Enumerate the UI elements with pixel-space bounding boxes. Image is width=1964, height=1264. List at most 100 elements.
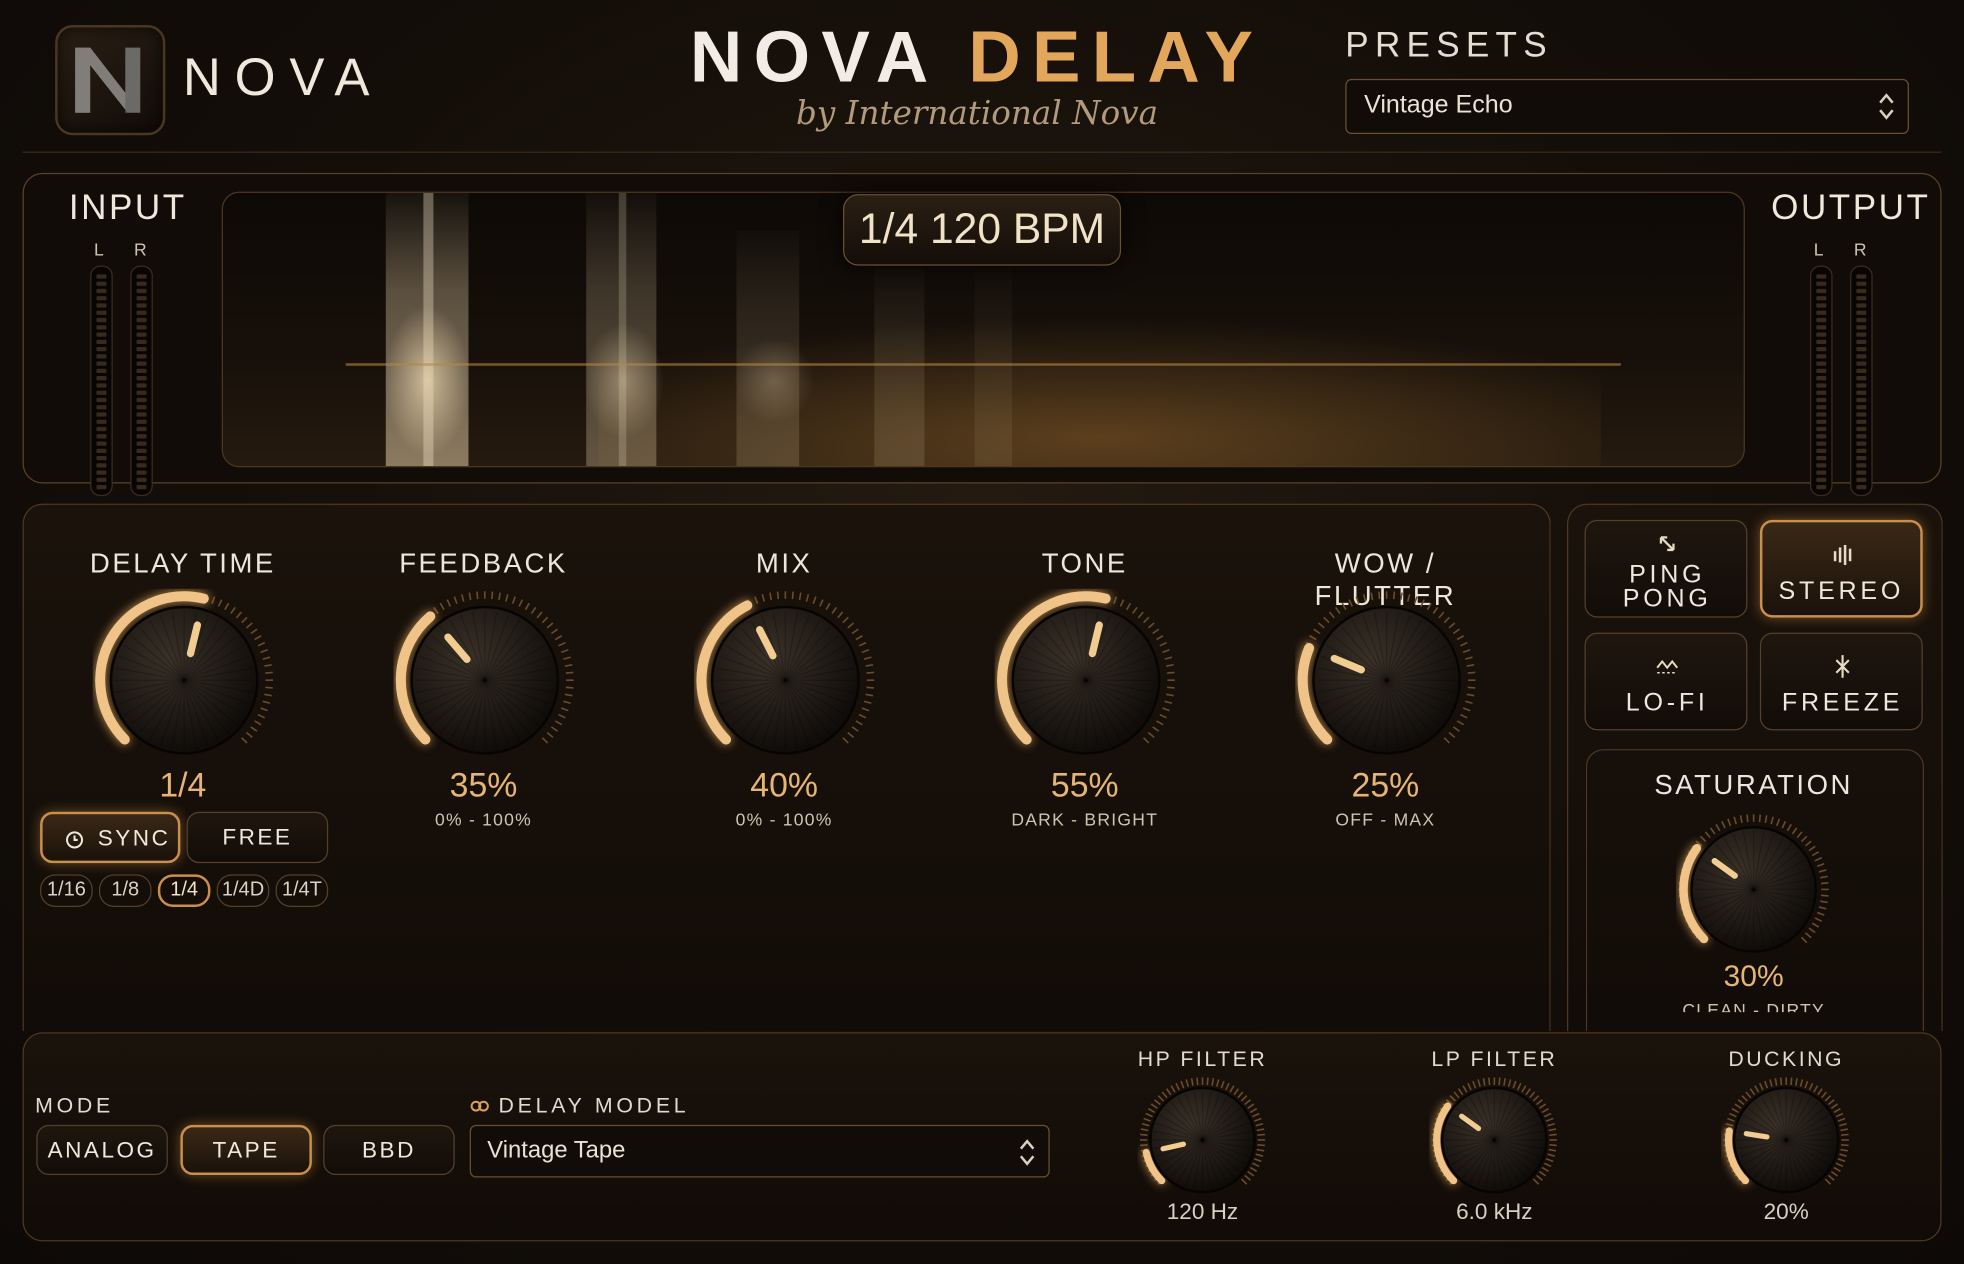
knob-tick [1704,831,1711,839]
output-right-label: R [1853,239,1867,260]
hp-filter-knob-graphic [1139,1077,1266,1194]
knob-tick [866,686,875,689]
input-label: INPUT [68,187,187,227]
meter-segment [1816,368,1827,374]
lofi-label: LO-FI [1625,688,1709,717]
stereo-bars-icon [1833,544,1852,565]
knob-tick [1147,622,1155,629]
mix-knob[interactable] [694,589,877,778]
meter-segments [96,274,107,490]
knob-tick [1818,906,1827,910]
ducking-value: 20% [1763,1198,1809,1224]
meter-segment [136,368,147,374]
knob-tick [1140,1143,1148,1147]
knob-tick [1727,818,1732,827]
freeze-button[interactable]: FREEZE [1759,632,1923,731]
knob-tick [1220,1080,1225,1089]
division-1-16[interactable]: 1/16 [40,874,93,907]
mode-tape-button[interactable]: TAPE [180,1124,312,1176]
knob-tick [1167,686,1175,689]
division-1-4t[interactable]: 1/4T [275,874,329,907]
knob-tick [217,599,223,607]
knob-tick [1355,596,1360,604]
knob-tick [1837,1117,1846,1122]
knob-tick [837,611,844,619]
division-1-4[interactable]: 1/4 [157,874,211,907]
knob-tick [1406,594,1411,602]
knob-tick [819,599,824,607]
tone-label: TONE [1041,547,1128,579]
meter-segment [1856,310,1867,315]
feedback-knob[interactable] [393,589,576,778]
knob-tick [1729,1112,1737,1118]
sync-button[interactable]: SYNC [40,811,181,864]
saturation-range-clip: CLEAN - DIRTY [1666,1000,1841,1013]
knob-tick [1804,1080,1809,1089]
knob-tick [257,641,266,647]
meter-segment [1856,412,1867,417]
meter-segment [1816,397,1827,403]
knob-tick [1833,1107,1841,1114]
ducking-label: DUCKING [1728,1047,1845,1072]
wow-flutter-range: OFF - MAX [1335,809,1436,830]
knob-tick [861,707,870,712]
knob-tick [564,663,573,667]
knob-tick [1159,713,1167,719]
stereo-button[interactable]: STEREO [1759,519,1923,618]
knob-tick [1462,649,1471,654]
knob-tick [1833,1166,1841,1172]
meter-segment [96,296,107,301]
saturation-label: SATURATION [1654,769,1853,801]
knob-tick [1781,820,1787,829]
header-divider [22,151,1942,153]
preset-select[interactable]: Vintage Echo [1345,78,1909,135]
knob-tick [1233,1088,1240,1096]
knob-tick [858,641,867,647]
lp-filter-knob[interactable] [1429,1075,1559,1212]
knob-tick [1813,1085,1819,1093]
ping-pong-button[interactable]: PING PONG [1584,519,1748,618]
link-icon [470,1100,489,1112]
knob-tick [1143,1117,1151,1122]
knob-tick [1841,1133,1849,1136]
delay-time-knob[interactable] [93,589,276,778]
knob-tick [791,591,794,600]
division-1-8[interactable]: 1/8 [98,874,152,907]
knob-tick [1814,856,1823,862]
delay-model-select[interactable]: Vintage Tape [469,1124,1050,1178]
knob-tick [1715,823,1721,832]
meter-segment [136,339,147,344]
ducking-knob[interactable] [1721,1075,1851,1212]
tone-knob[interactable] [995,589,1178,778]
knob-tick [1462,707,1471,712]
knob-tick [1466,663,1475,667]
mode-analog-button[interactable]: ANALOG [36,1124,168,1176]
free-button[interactable]: FREE [186,811,329,864]
knob-tick [1800,835,1808,843]
meter-segment [96,354,107,359]
knob-tick [1317,622,1325,629]
meter-segment [136,412,147,417]
knob-tick [1549,1143,1557,1147]
division-1-4d[interactable]: 1/4D [216,874,270,907]
meter-segment [1816,339,1827,344]
lofi-button[interactable]: LO-FI [1584,632,1748,731]
knob-tick [1512,1080,1517,1089]
meter-segment [1856,288,1867,294]
knob-tick [1448,622,1456,629]
sync-label: SYNC [97,825,171,851]
knob-tick [262,656,271,660]
wow-flutter-knob[interactable] [1295,589,1478,778]
output-meter-right [1850,265,1873,497]
meter-segment [136,426,147,432]
meter-segment [1856,332,1867,337]
mode-bbd-button[interactable]: BBD [323,1124,455,1176]
knob-tick [1456,720,1465,726]
meter-segment [96,310,107,315]
meter-segment [1856,361,1867,366]
hp-filter-knob[interactable] [1137,1075,1267,1212]
saturation-knob[interactable] [1676,812,1831,974]
feedback-knob-graphic [395,591,574,755]
knob-tick [1249,1166,1258,1172]
knob-tick [1443,616,1451,624]
